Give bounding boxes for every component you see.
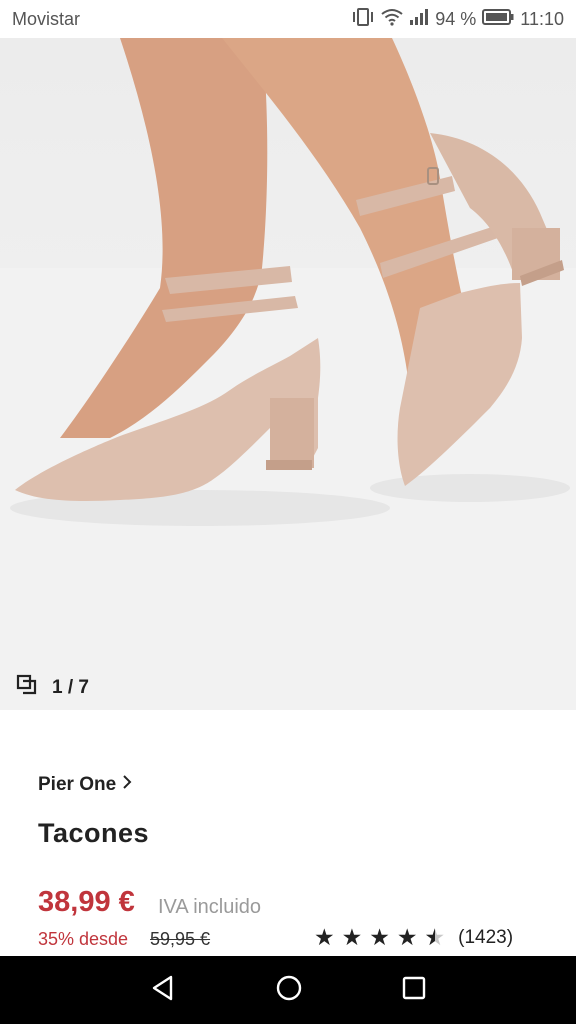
navigation-bar (0, 956, 576, 1024)
star-icon: ★ (341, 924, 363, 950)
half-star-icon: ★★ (424, 924, 446, 950)
recents-icon[interactable] (401, 975, 427, 1006)
brand-name: Pier One (38, 774, 117, 795)
discount-label: 35% desde (38, 929, 129, 949)
wifi-icon (381, 8, 403, 31)
shoes-illustration (0, 38, 576, 710)
gallery-counter: 1 / 7 (16, 674, 89, 702)
product-details: Pier One Tacones 38,99 € IVA incluido 35… (0, 710, 576, 956)
battery-icon (482, 8, 514, 30)
gallery-icon (16, 674, 38, 702)
brand-link[interactable]: Pier One (38, 774, 132, 796)
status-icons: 94 % 11:10 (351, 7, 564, 31)
current-price: 38,99 € (38, 886, 135, 918)
clock: 11:10 (520, 8, 564, 29)
star-icon: ★ (369, 924, 390, 950)
vat-note: IVA incluido (158, 896, 262, 918)
battery-percent: 94 % (435, 8, 477, 29)
vibrate-icon (351, 7, 375, 31)
rating[interactable]: ★ ★ ★ ★ ★★ (1423) (314, 926, 513, 949)
star-icon: ★ (396, 924, 418, 950)
gallery-counter-text: 1 / 7 (52, 677, 89, 698)
carrier-name: Movistar (12, 8, 81, 29)
chevron-right-icon (122, 774, 132, 796)
rating-count: (1423) (458, 926, 514, 948)
original-price: 59,95 € (150, 929, 211, 949)
product-image[interactable] (0, 38, 576, 710)
signal-icon (409, 8, 429, 31)
home-icon[interactable] (275, 974, 303, 1007)
back-icon[interactable] (149, 974, 177, 1007)
product-title: Tacones (38, 818, 150, 848)
star-icon: ★ (314, 924, 335, 950)
status-bar: Movistar 94 % 11:10 (0, 0, 576, 38)
